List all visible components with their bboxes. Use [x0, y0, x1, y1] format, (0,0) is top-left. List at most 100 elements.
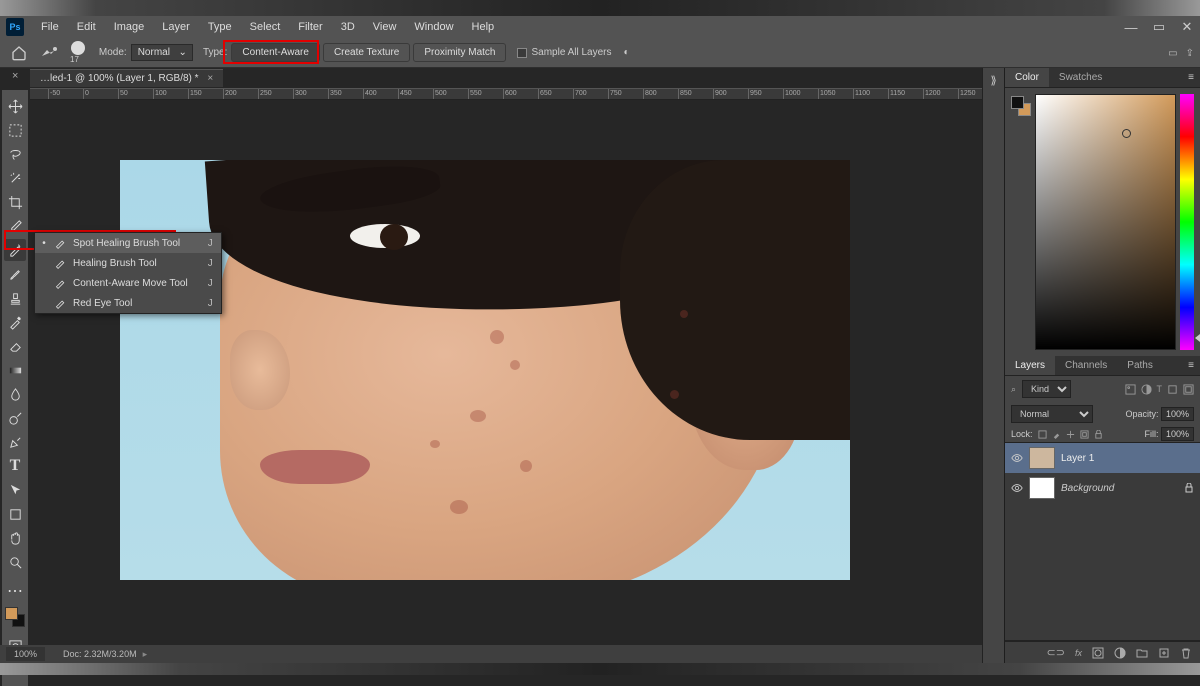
menu-window[interactable]: Window [405, 18, 462, 36]
horizontal-ruler: -500501001502002503003504004505005506006… [30, 88, 1000, 100]
mask-icon[interactable] [1092, 647, 1104, 659]
doc-size: Doc: 2.32M/3.20M [63, 649, 137, 659]
menu-bar: Ps FileEditImageLayerTypeSelectFilter3DV… [0, 16, 1200, 38]
hue-slider[interactable] [1180, 94, 1194, 350]
color-swatch-mini[interactable] [1011, 96, 1031, 116]
lock-icon[interactable] [1038, 430, 1047, 439]
status-bar: 100% Doc: 2.32M/3.20M ▸ [0, 645, 1000, 663]
menu-3d[interactable]: 3D [332, 18, 364, 36]
hand-tool[interactable] [4, 527, 26, 549]
menu-edit[interactable]: Edit [68, 18, 105, 36]
layers-panel: ⌕ Kind T Normal Opacity: 100% Lock: Fill [1005, 376, 1200, 663]
fill-value[interactable]: 100% [1161, 427, 1194, 441]
type-content-aware[interactable]: Content-Aware [231, 43, 320, 62]
edit-toolbar-icon[interactable]: ⋯ [4, 580, 26, 602]
new-layer-icon[interactable] [1158, 647, 1170, 659]
menu-image[interactable]: Image [105, 18, 154, 36]
tab-channels[interactable]: Channels [1055, 356, 1117, 375]
shape-tool[interactable] [4, 503, 26, 525]
group-icon[interactable] [1136, 647, 1148, 659]
brush-preview[interactable]: 17 [70, 41, 87, 64]
lasso-tool[interactable] [4, 143, 26, 165]
color-field[interactable] [1035, 94, 1176, 350]
panel-divider[interactable]: ⟫ [982, 68, 1004, 664]
dodge-tool[interactable] [4, 407, 26, 429]
visibility-icon[interactable] [1011, 482, 1023, 494]
home-icon[interactable] [10, 45, 28, 61]
blur-tool[interactable] [4, 383, 26, 405]
menu-file[interactable]: File [32, 18, 68, 36]
mode-select[interactable]: Normal ⌄ [131, 44, 193, 61]
minimize-icon[interactable]: — [1124, 20, 1138, 35]
canvas-area[interactable] [30, 100, 1000, 645]
menu-view[interactable]: View [364, 18, 406, 36]
lock-paint-icon[interactable] [1052, 430, 1061, 439]
pen-tool[interactable] [4, 431, 26, 453]
eyedropper-tool[interactable] [4, 215, 26, 237]
trash-icon[interactable] [1180, 647, 1192, 659]
fx-icon[interactable]: fx [1075, 648, 1082, 658]
wand-tool[interactable] [4, 167, 26, 189]
document-tab[interactable]: …led-1 @ 100% (Layer 1, RGB/8) * × [30, 69, 223, 87]
pressure-icon[interactable]: ◐ [624, 47, 630, 58]
color-swatches[interactable] [5, 607, 25, 627]
layer-row[interactable]: Layer 1 [1005, 443, 1200, 473]
panel-menu-icon[interactable]: ≡ [1182, 68, 1200, 87]
menu-help[interactable]: Help [463, 18, 504, 36]
blend-mode-select[interactable]: Normal [1011, 405, 1093, 423]
menu-layer[interactable]: Layer [153, 18, 199, 36]
lock-icon [1184, 483, 1194, 493]
arrange-icon[interactable]: ▭ [1168, 48, 1177, 59]
opacity-value[interactable]: 100% [1161, 407, 1194, 421]
filter-kind-select[interactable]: Kind [1022, 380, 1071, 398]
history-brush-tool[interactable] [4, 311, 26, 333]
filter-shape-icon[interactable] [1167, 384, 1178, 395]
zoom-tool[interactable] [4, 551, 26, 573]
layer-row[interactable]: Background [1005, 473, 1200, 503]
close-icon[interactable]: ✕ [1180, 19, 1194, 35]
filter-image-icon[interactable] [1125, 384, 1136, 395]
tab-color[interactable]: Color [1005, 68, 1049, 87]
menu-type[interactable]: Type [199, 18, 241, 36]
sample-all-layers-checkbox[interactable]: Sample All Layers [517, 47, 611, 58]
lock-move-icon[interactable] [1066, 430, 1075, 439]
path-select-tool[interactable] [4, 479, 26, 501]
tab-swatches[interactable]: Swatches [1049, 68, 1112, 87]
layer-list: Layer 1Background [1005, 442, 1200, 641]
type-proximity-match[interactable]: Proximity Match [413, 43, 506, 62]
gradient-tool[interactable] [4, 359, 26, 381]
menu-filter[interactable]: Filter [289, 18, 331, 36]
menu-select[interactable]: Select [241, 18, 290, 36]
eraser-tool[interactable] [4, 335, 26, 357]
flyout-item[interactable]: •Spot Healing Brush ToolJ [35, 233, 221, 253]
adjustment-icon[interactable] [1114, 647, 1126, 659]
crop-tool[interactable] [4, 191, 26, 213]
tool-preset-picker[interactable] [40, 44, 60, 62]
flyout-item[interactable]: Red Eye ToolJ [35, 293, 221, 313]
chevron-right-icon[interactable]: ▸ [143, 649, 148, 660]
visibility-icon[interactable] [1011, 452, 1023, 464]
tab-close-icon[interactable]: × [12, 70, 18, 82]
marquee-tool[interactable] [4, 119, 26, 141]
panel-menu-icon[interactable]: ≡ [1182, 356, 1200, 375]
maximize-icon[interactable]: ▭ [1152, 19, 1166, 35]
filter-smart-icon[interactable] [1183, 384, 1194, 395]
move-tool[interactable] [4, 95, 26, 117]
link-icon[interactable]: ⊂⊃ [1047, 646, 1065, 659]
tab-paths[interactable]: Paths [1117, 356, 1163, 375]
type-tool[interactable]: T [4, 455, 26, 477]
brush-tool[interactable] [4, 263, 26, 285]
filter-adjust-icon[interactable] [1141, 384, 1152, 395]
lock-all-icon[interactable] [1094, 430, 1103, 439]
lock-nest-icon[interactable] [1080, 430, 1089, 439]
flyout-item[interactable]: Healing Brush ToolJ [35, 253, 221, 273]
healing-brush-tool[interactable] [4, 239, 26, 261]
type-create-texture[interactable]: Create Texture [323, 43, 410, 62]
zoom-level[interactable]: 100% [6, 647, 45, 661]
flyout-item[interactable]: Content-Aware Move ToolJ [35, 273, 221, 293]
tab-layers[interactable]: Layers [1005, 356, 1055, 375]
stamp-tool[interactable] [4, 287, 26, 309]
share-icon[interactable]: ⇪ [1186, 48, 1194, 59]
expand-icon[interactable]: ⟫ [990, 74, 996, 87]
filter-type-icon[interactable]: T [1157, 384, 1163, 395]
